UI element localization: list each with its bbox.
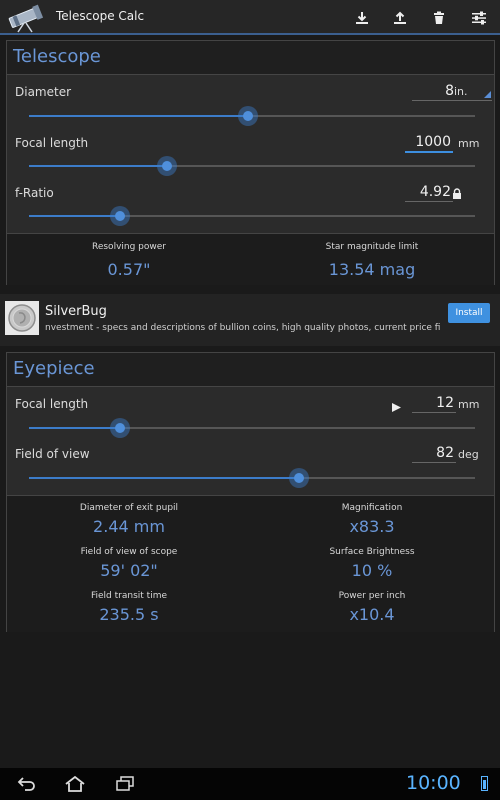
action-bar: Telescope Calc	[0, 0, 500, 35]
delete-button[interactable]	[427, 6, 451, 30]
f-ratio-slider-thumb[interactable]	[110, 206, 130, 226]
diameter-slider-thumb[interactable]	[238, 106, 258, 126]
focal-length-unit: mm	[458, 137, 480, 150]
home-button[interactable]	[60, 772, 90, 796]
result-value: x10.4	[349, 605, 395, 624]
result-label: Field transit time	[91, 591, 167, 601]
field-of-view-unit: deg	[458, 448, 479, 461]
play-icon[interactable]	[391, 398, 402, 417]
eyepiece-results: Diameter of exit pupil 2.44 mm Magnifica…	[7, 495, 494, 632]
diameter-label: Diameter	[15, 85, 72, 99]
ad-logo	[5, 301, 39, 335]
result-label: Surface Brightness	[329, 547, 415, 557]
result-value: 235.5 s	[99, 605, 159, 624]
diameter-input[interactable]: 8	[412, 82, 456, 101]
telescope-header: Telescope	[7, 41, 494, 75]
f-ratio-input[interactable]: 4.92	[405, 183, 453, 202]
dropdown-corner-icon	[484, 91, 491, 98]
focal-length-slider[interactable]	[29, 156, 475, 176]
battery-icon	[481, 776, 488, 791]
result-label: Diameter of exit pupil	[79, 503, 179, 513]
settings-button[interactable]	[467, 6, 491, 30]
diameter-slider[interactable]	[29, 106, 475, 126]
f-ratio-slider[interactable]	[29, 206, 475, 226]
field-of-view-label: Field of view	[15, 447, 90, 461]
status-clock: 10:00	[406, 772, 461, 794]
eyepiece-card: Eyepiece Focal length 12 mm Field of vie…	[6, 352, 495, 632]
diameter-slider-fill	[29, 115, 248, 117]
eyepiece-title: Eyepiece	[13, 358, 95, 379]
focal-length-input[interactable]: 1000	[405, 133, 453, 153]
trash-icon	[434, 11, 444, 24]
lock-icon[interactable]	[452, 185, 462, 199]
eyepiece-focal-length-slider-fill	[29, 427, 120, 429]
install-button[interactable]: Install	[448, 303, 490, 323]
home-icon	[65, 776, 85, 792]
app-title: Telescope Calc	[56, 9, 145, 23]
focal-length-slider-thumb[interactable]	[157, 156, 177, 176]
result-label: Star magnitude limit	[325, 242, 419, 252]
result-value: x83.3	[349, 517, 395, 536]
telescope-title: Telescope	[13, 46, 101, 67]
field-of-view-slider-thumb[interactable]	[289, 468, 309, 488]
system-nav-bar: 10:00	[0, 768, 500, 800]
result-value: 10 %	[351, 561, 393, 580]
result-value: 2.44 mm	[93, 517, 165, 536]
result-label: Power per inch	[338, 591, 406, 601]
field-of-view-slider[interactable]	[29, 468, 475, 488]
upload-icon	[394, 11, 406, 24]
eyepiece-focal-length-slider[interactable]	[29, 418, 475, 438]
telescope-card: Telescope Diameter 8 in. Focal length 10…	[6, 40, 495, 285]
back-button[interactable]	[12, 772, 42, 796]
diameter-unit-select[interactable]: in.	[454, 85, 492, 101]
result-value: 13.54 mag	[328, 260, 416, 279]
ad-banner[interactable]: SilverBug nvestment - specs and descript…	[0, 294, 500, 346]
eyepiece-focal-length-unit: mm	[458, 398, 480, 411]
focal-length-slider-fill	[29, 165, 167, 167]
back-icon	[17, 777, 35, 791]
eyepiece-focal-length-slider-thumb[interactable]	[110, 418, 130, 438]
download-button[interactable]	[350, 6, 374, 30]
eyepiece-focal-length-input[interactable]: 12	[412, 394, 456, 413]
result-label: Magnification	[341, 503, 403, 513]
recent-apps-icon	[116, 776, 134, 791]
eyepiece-header: Eyepiece	[7, 353, 494, 387]
recent-apps-button[interactable]	[110, 772, 140, 796]
telescope-results: Resolving power 0.57" Star magnitude lim…	[7, 233, 494, 285]
download-icon	[356, 12, 368, 24]
result-label: Resolving power	[91, 242, 166, 252]
diameter-unit: in.	[454, 85, 468, 98]
sliders-icon	[472, 11, 486, 25]
ad-title: SilverBug	[45, 304, 107, 319]
field-of-view-slider-fill	[29, 477, 299, 479]
f-ratio-label: f-Ratio	[15, 186, 54, 200]
silver-coin-icon	[8, 304, 36, 332]
eyepiece-focal-length-label: Focal length	[15, 397, 89, 411]
f-ratio-slider-fill	[29, 215, 120, 217]
focal-length-label: Focal length	[15, 136, 89, 150]
ad-description: nvestment - specs and descriptions of bu…	[45, 323, 440, 333]
upload-button[interactable]	[388, 6, 412, 30]
telescope-app-icon	[6, 3, 46, 33]
result-label: Field of view of scope	[80, 547, 178, 557]
result-value: 59' 02"	[100, 561, 158, 580]
field-of-view-input[interactable]: 82	[412, 444, 456, 463]
result-value: 0.57"	[107, 260, 151, 279]
